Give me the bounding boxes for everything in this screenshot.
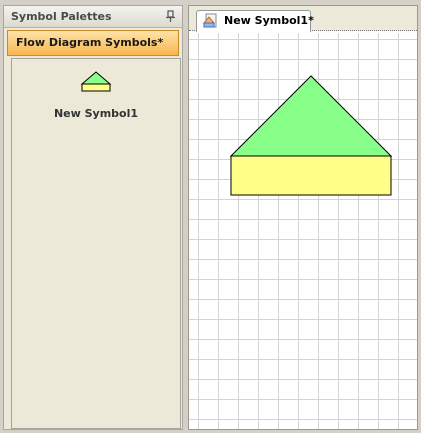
pin-icon[interactable] [166,10,176,22]
editor-tabstrip: New Symbol1* [189,6,417,32]
drawing-canvas[interactable] [189,33,417,429]
palette-body: New Symbol1 [11,58,181,429]
symbol-drawing[interactable] [230,74,392,196]
symbol-triangle-shape[interactable] [230,75,392,157]
palette-tab-flow-diagram-symbols[interactable]: Flow Diagram Symbols* [7,30,179,56]
symbol-document-icon [203,13,217,28]
symbol-name-label: New Symbol1 [53,107,139,120]
symbol-rectangle-shape[interactable] [230,155,392,196]
tab-label: New Symbol1* [224,14,314,27]
panel-title: Symbol Palettes [11,10,112,23]
symbol-editor: New Symbol1* [188,5,418,430]
tab-new-symbol1[interactable]: New Symbol1* [196,10,314,32]
palette-tab-label: Flow Diagram Symbols* [16,36,164,49]
panel-header: Symbol Palettes [4,6,182,28]
symbol-thumbnail[interactable] [80,70,112,96]
symbol-palettes-panel: Symbol Palettes Flow Diagram Symbols* Ne… [3,5,183,430]
